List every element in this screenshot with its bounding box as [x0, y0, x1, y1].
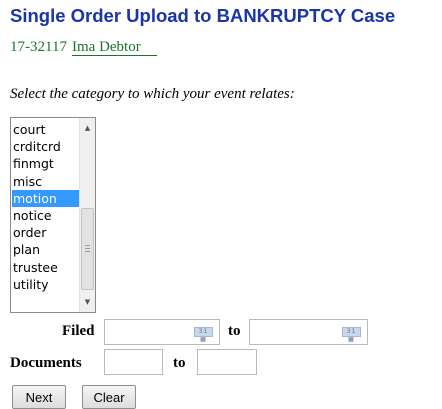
category-instruction: Select the category to which your event …	[10, 86, 295, 102]
category-option-order[interactable]: order	[12, 224, 80, 241]
thumb-grip-line	[85, 251, 90, 252]
category-option-motion[interactable]: motion	[12, 189, 80, 207]
category-option-crditcrd[interactable]: crditcrd	[12, 138, 80, 155]
listbox-scrollbar[interactable]: ▲ ▼	[79, 118, 95, 312]
thumb-grip-line	[85, 248, 90, 249]
page-title: Single Order Upload to BANKRUPTCY Case	[10, 5, 396, 26]
category-option-notice[interactable]: notice	[12, 207, 80, 224]
filed-to-label: to	[228, 323, 241, 339]
case-number: 17-32117	[10, 39, 67, 55]
category-option-finmgt[interactable]: finmgt	[12, 155, 80, 172]
category-option-misc[interactable]: misc	[12, 173, 80, 190]
documents-to-label: to	[173, 355, 186, 371]
clear-button[interactable]: Clear	[82, 385, 136, 409]
category-listbox[interactable]: court crditcrd finmgt misc motion notice…	[10, 117, 96, 313]
documents-label: Documents	[10, 355, 82, 371]
scroll-down-arrow-icon[interactable]: ▼	[80, 294, 95, 310]
category-option-trustee[interactable]: trustee	[12, 259, 80, 276]
case-info: 17-32117 Ima Debtor	[10, 39, 157, 56]
debtor-name: Ima Debtor	[72, 39, 157, 56]
filed-from-input[interactable]: 31 ▦	[104, 319, 220, 345]
calendar-icon[interactable]: 31 ▦	[194, 327, 213, 343]
documents-from-input[interactable]	[104, 349, 163, 375]
scroll-up-arrow-icon[interactable]: ▲	[80, 120, 95, 136]
calendar-icon[interactable]: 31 ▦	[342, 327, 361, 343]
scroll-thumb[interactable]	[81, 208, 94, 290]
filed-to-input[interactable]: 31 ▦	[249, 319, 368, 345]
documents-to-input[interactable]	[197, 349, 257, 375]
filed-label: Filed	[62, 323, 95, 339]
thumb-grip-line	[85, 245, 90, 246]
category-option-utility[interactable]: utility	[12, 276, 80, 293]
category-options: court crditcrd finmgt misc motion notice…	[12, 121, 80, 293]
category-option-court[interactable]: court	[12, 121, 80, 138]
next-button[interactable]: Next	[12, 385, 66, 409]
category-option-plan[interactable]: plan	[12, 241, 80, 258]
